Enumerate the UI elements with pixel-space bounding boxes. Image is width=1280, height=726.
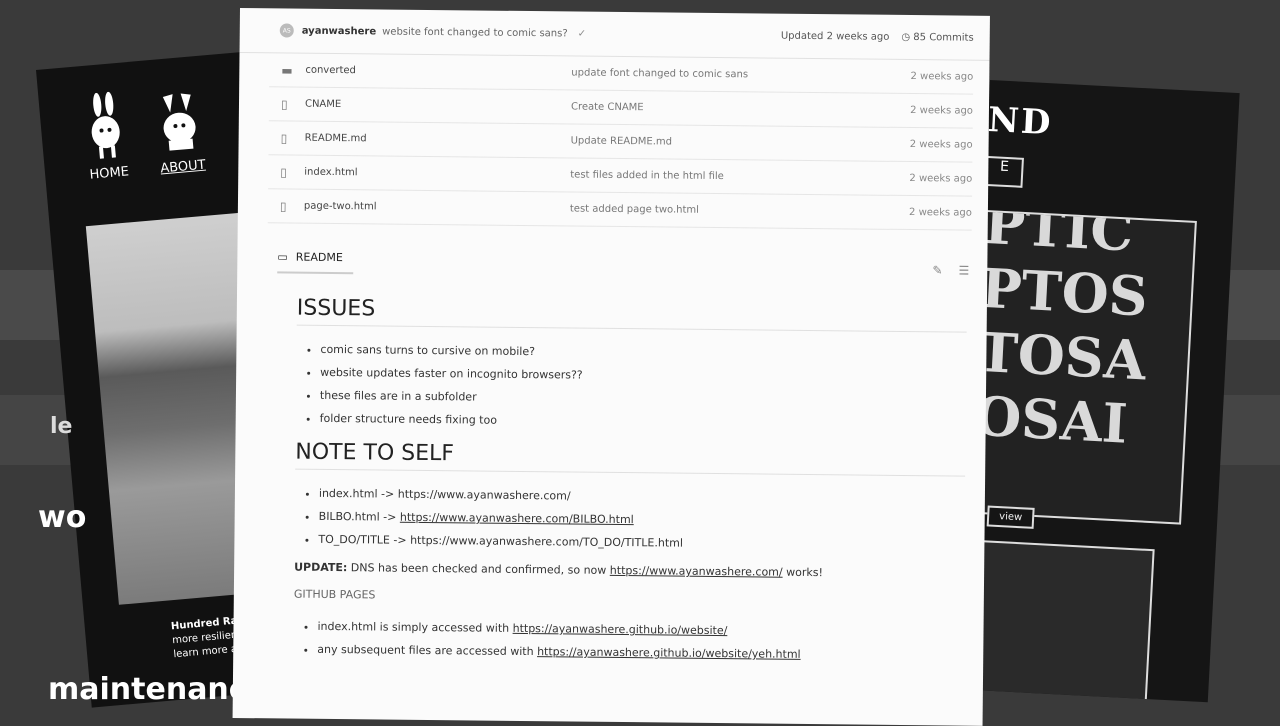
repo-page: AS ayanwashere website font changed to c…	[232, 8, 990, 726]
file-commit-message[interactable]: test files added in the html file	[570, 169, 902, 183]
file-time: 2 weeks ago	[909, 139, 973, 151]
right-website-card: ND E PTIC PTOS TOSA OSAI view	[958, 80, 1240, 703]
issues-list: comic sans turns to cursive on mobile? w…	[296, 338, 967, 437]
file-commit-message[interactable]: update font changed to comic sans	[571, 67, 903, 81]
right-title: ND	[986, 99, 1054, 144]
check-icon: ✓	[577, 28, 587, 40]
folder-icon: ▬	[281, 62, 293, 78]
pages-text: index.html is simply accessed with	[317, 619, 513, 635]
nav-home-link[interactable]: HOME	[78, 90, 134, 183]
file-icon: ▯	[280, 130, 288, 146]
image-word: OSAI	[972, 383, 1130, 456]
rabbit-icon	[78, 90, 132, 164]
view-button[interactable]: view	[986, 505, 1035, 529]
note-label: TO_DO/TITLE	[318, 532, 390, 547]
side-label: le	[50, 414, 73, 439]
rabbit-icon	[152, 84, 206, 158]
note-arrow: ->	[379, 510, 400, 524]
commit-message[interactable]: website font changed to comic sans?	[382, 26, 568, 39]
file-name[interactable]: README.md	[305, 133, 571, 147]
notes-list: index.html -> https://www.ayanwashere.co…	[294, 482, 965, 558]
file-list: ▬ converted update font changed to comic…	[267, 53, 974, 231]
image-word: PTOS	[979, 255, 1150, 329]
nav-about-link[interactable]: ABOUT	[152, 84, 208, 177]
file-time: 2 weeks ago	[910, 105, 974, 117]
issues-heading: ISSUES	[296, 295, 967, 333]
file-icon: ▯	[280, 164, 287, 179]
section-heading-maintenance: maintenanc	[48, 672, 247, 707]
commit-meta: Updated 2 weeks ago ◷ 85 Commits	[781, 30, 974, 43]
section-heading-wo: wo	[38, 500, 87, 535]
commit-count: 85 Commits	[913, 31, 974, 44]
note-heading: NOTE TO SELF	[295, 439, 966, 477]
image-word: TOSA	[976, 319, 1148, 393]
update-label: UPDATE:	[294, 560, 348, 575]
pages-link[interactable]: https://ayanwashere.github.io/website/	[513, 622, 728, 637]
note-url: https://www.ayanwashere.com/TO_DO/TITLE.…	[410, 533, 684, 550]
note-arrow: ->	[389, 533, 411, 547]
file-icon: ▯	[279, 198, 287, 213]
file-commit-message[interactable]: Update README.md	[571, 135, 903, 149]
update-link[interactable]: https://www.ayanwashere.com/	[610, 564, 783, 579]
note-url: https://www.ayanwashere.com/	[397, 487, 571, 503]
readme-content: ISSUES comic sans turns to cursive on mo…	[293, 295, 967, 668]
github-pages-label: GITHUB PAGES	[293, 587, 376, 602]
edit-icon[interactable]: ✎	[932, 263, 942, 277]
file-name[interactable]: index.html	[304, 167, 570, 181]
file-row[interactable]: ▯ page-two.html test added page two.html…	[267, 189, 973, 231]
file-commit-message[interactable]: test added page two.html	[570, 203, 902, 217]
building-image	[958, 539, 1155, 703]
note-link[interactable]: https://www.ayanwashere.com/BILBO.html	[400, 511, 634, 526]
file-time: 2 weeks ago	[909, 173, 973, 185]
note-label: BILBO.html	[318, 509, 380, 524]
latest-commit-bar: AS ayanwashere website font changed to c…	[239, 8, 990, 61]
pages-text: any subsequent files are accessed with	[317, 642, 538, 659]
commit-history-link[interactable]: ◷ 85 Commits	[901, 31, 973, 43]
file-commit-message[interactable]: Create CNAME	[571, 101, 903, 115]
commit-author[interactable]: ayanwashere	[302, 25, 377, 37]
readme-tools: ✎ ☰	[932, 263, 969, 277]
user-avatar[interactable]: AS	[279, 23, 294, 38]
note-label: index.html	[318, 486, 378, 501]
commit-time: Updated 2 weeks ago	[780, 30, 890, 43]
right-box[interactable]: E	[984, 155, 1024, 188]
history-icon: ◷	[901, 31, 911, 43]
update-text: DNS has been checked and confirmed, so n…	[347, 561, 610, 577]
update-tail: works!	[782, 565, 823, 580]
pages-list: index.html is simply accessed with https…	[293, 615, 963, 668]
nav-home-label: HOME	[88, 164, 130, 183]
update-paragraph: UPDATE: DNS has been checked and confirm…	[294, 561, 964, 581]
file-time: 2 weeks ago	[909, 207, 972, 219]
file-name[interactable]: CNAME	[305, 99, 571, 113]
file-name[interactable]: converted	[305, 65, 571, 79]
readme-tab-label: README	[295, 250, 343, 264]
file-icon: ▯	[280, 96, 288, 112]
file-name[interactable]: page-two.html	[304, 201, 570, 215]
note-arrow: ->	[377, 487, 398, 501]
readme-tab[interactable]: ▭ README	[277, 241, 354, 275]
list-icon[interactable]: ☰	[958, 264, 969, 278]
book-icon: ▭	[277, 249, 288, 264]
file-time: 2 weeks ago	[910, 71, 974, 83]
nav-about-label: ABOUT	[159, 157, 207, 177]
typography-image: PTIC PTOS TOSA OSAI	[967, 209, 1197, 525]
pages-link[interactable]: https://ayanwashere.github.io/website/ye…	[537, 645, 801, 661]
